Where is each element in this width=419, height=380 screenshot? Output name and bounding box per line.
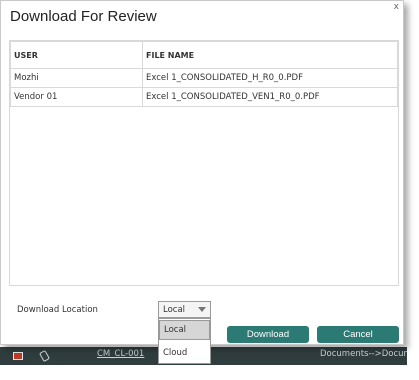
files-grid: USER FILE NAME Mozhi Excel 1_CONSOLIDATE…	[9, 40, 399, 286]
download-location-label: Download Location	[17, 305, 98, 315]
chevron-down-icon[interactable]	[198, 307, 206, 312]
document-link[interactable]: CM_CL-001	[97, 349, 144, 359]
dialog-title: Download For Review	[10, 8, 157, 25]
breadcrumb: Documents-->Documents	[320, 349, 407, 359]
column-header-file-name[interactable]: FILE NAME	[142, 41, 398, 69]
select-value: Local	[163, 305, 186, 315]
option-local[interactable]: Local	[159, 320, 210, 340]
cell-file-name: Excel 1_CONSOLIDATED_H_R0_0.PDF	[142, 68, 398, 88]
download-for-review-dialog: Download For Review x USER FILE NAME Moz…	[0, 0, 404, 345]
files-table: USER FILE NAME Mozhi Excel 1_CONSOLIDATE…	[10, 41, 398, 107]
cell-user: Vendor 01	[10, 87, 143, 107]
column-header-user[interactable]: USER	[10, 41, 143, 69]
table-header-row: USER FILE NAME	[10, 41, 398, 69]
flag-icon	[13, 352, 23, 360]
download-location-dropdown: Local Cloud	[158, 318, 211, 364]
table-row[interactable]: Mozhi Excel 1_CONSOLIDATED_H_R0_0.PDF	[10, 68, 398, 88]
close-icon[interactable]: x	[394, 2, 399, 12]
download-button[interactable]: Download	[227, 326, 309, 343]
cell-user: Mozhi	[10, 68, 143, 88]
cell-file-name: Excel 1_CONSOLIDATED_VEN1_R0_0.PDF	[142, 87, 398, 107]
cancel-button[interactable]: Cancel	[317, 326, 399, 343]
table-row[interactable]: Vendor 01 Excel 1_CONSOLIDATED_VEN1_R0_0…	[10, 87, 398, 107]
option-cloud[interactable]: Cloud	[159, 343, 210, 363]
download-location-select[interactable]: Local	[158, 301, 211, 318]
